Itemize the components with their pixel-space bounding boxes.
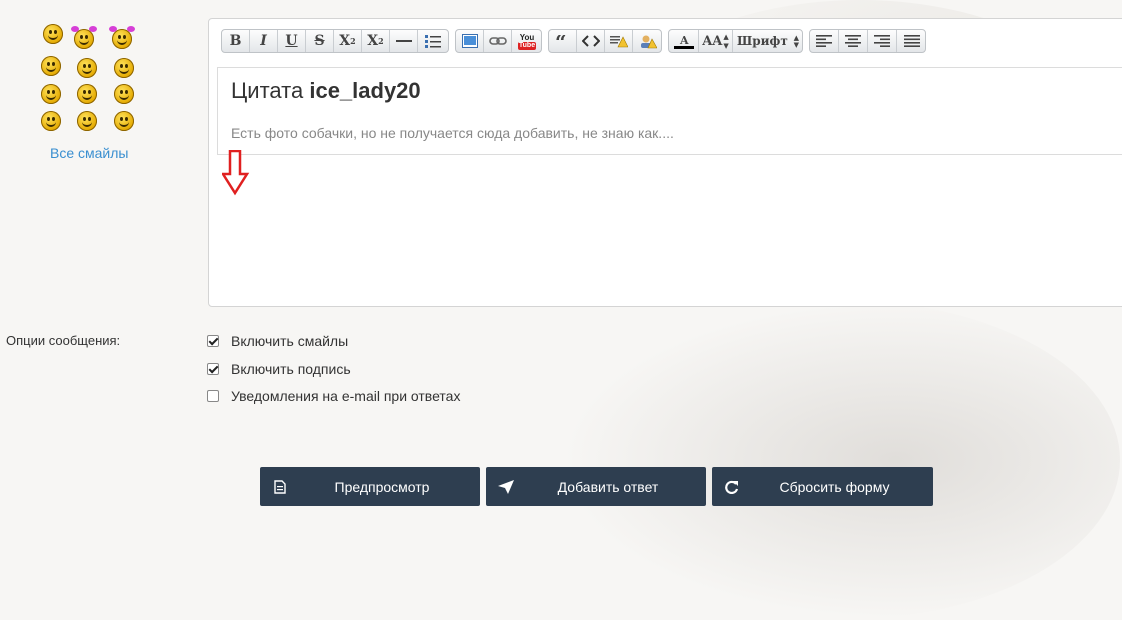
align-group [809,29,926,53]
align-justify-icon [903,35,920,47]
code-icon [581,35,600,47]
smiley-icon[interactable] [41,56,61,76]
quote-title: Цитата ice_lady20 [231,78,421,104]
list-button[interactable] [418,30,448,52]
enable-signature-label: Включить подпись [231,361,351,377]
youtube-button[interactable]: You Tube [512,30,542,52]
smiley-icon[interactable] [77,58,97,78]
smiley-icon[interactable] [114,111,134,131]
media-group: You Tube [455,29,542,53]
preview-button-label: Предпросмотр [334,478,430,495]
text-color-button[interactable]: A [669,30,699,52]
italic-button[interactable]: I [250,30,278,52]
subscript-label: X [367,33,379,49]
code-button[interactable] [577,30,605,52]
smiley-icon[interactable] [71,26,97,49]
reset-form-button-label: Сбросить форму [779,478,890,495]
quote-icon: “ [555,35,567,47]
quote-text: Есть фото собачки, но не получается сюда… [231,125,674,141]
strike-label: S [314,33,325,49]
align-center-icon [845,35,861,47]
horizontal-rule-button[interactable] [390,30,418,52]
email-notify-label: Уведомления на e-mail при ответах [231,388,461,404]
background-dog-image [560,300,1120,620]
font-group: A AA ▲ ▼ Шрифт ▲ ▼ [668,29,803,53]
strikethrough-button[interactable]: S [306,30,334,52]
quote-author: ice_lady20 [309,78,421,103]
superscript-label: X [339,33,351,49]
align-left-icon [816,35,832,47]
email-notify-checkbox[interactable] [207,390,219,402]
font-family-select[interactable]: Шрифт ▲ ▼ [733,30,803,52]
smiley-icon[interactable] [114,84,134,104]
message-editor[interactable]: B I U S X2 X2 You Tube “ A AA ▲ ▼ Шрифт … [208,18,1122,307]
submit-reply-button-label: Добавить ответ [557,478,659,495]
italic-label: I [260,33,267,49]
smiley-icon[interactable] [77,84,97,104]
superscript-button[interactable]: X2 [334,30,362,52]
align-center-button[interactable] [839,30,868,52]
font-size-label: AA [702,33,723,49]
youtube-icon-top: You [519,32,535,42]
quote-prefix: Цитата [231,78,304,103]
bold-label: B [229,33,242,49]
smiley-icon[interactable] [43,24,63,44]
quote-button[interactable]: “ [549,30,577,52]
bold-button[interactable]: B [222,30,250,52]
option-email-notify[interactable]: Уведомления на e-mail при ответах [207,388,460,404]
quote-block: Цитата ice_lady20 Есть фото собачки, но … [217,67,1122,155]
preview-button[interactable]: Предпросмотр [260,467,480,506]
enable-smileys-label: Включить смайлы [231,333,349,349]
enable-smileys-checkbox[interactable] [207,335,219,347]
smiley-icon[interactable] [41,111,61,131]
submit-reply-button[interactable]: Добавить ответ [486,467,706,506]
message-options-label: Опции сообщения: [6,333,121,348]
spoiler-button[interactable] [605,30,633,52]
insert-group: “ [548,29,662,53]
reset-form-button[interactable]: Сбросить форму [712,467,933,506]
image-icon [461,34,478,48]
smiley-icon[interactable] [41,84,61,104]
font-family-label: Шрифт [737,34,788,48]
svg-text:“: “ [555,35,567,47]
font-size-arrows-icon: ▲ ▼ [723,32,729,50]
down-arrow-icon [222,150,250,196]
svg-text:A: A [679,34,689,47]
hide-button[interactable] [633,30,663,52]
align-right-icon [874,35,890,47]
justify-button[interactable] [897,30,926,52]
smiley-icon[interactable] [109,26,135,49]
font-family-arrows-icon: ▲ ▼ [793,33,799,49]
all-smileys-link[interactable]: Все смайлы [50,145,128,161]
horizontal-line-icon [395,40,412,42]
align-right-button[interactable] [868,30,897,52]
refresh-icon [712,480,752,494]
link-button[interactable] [484,30,512,52]
spoiler-warning-icon [609,36,628,48]
user-hide-icon [641,35,657,48]
link-icon [488,37,507,45]
option-enable-signature[interactable]: Включить подпись [207,361,351,377]
paper-plane-icon [486,479,526,494]
align-left-button[interactable] [810,30,839,52]
text-color-icon: A [673,34,694,49]
smiley-icon[interactable] [77,111,97,131]
subscript-button[interactable]: X2 [362,30,390,52]
list-icon [425,35,441,48]
format-group: B I U S X2 X2 [221,29,449,53]
font-size-select[interactable]: AA ▲ ▼ [699,30,733,52]
enable-signature-checkbox[interactable] [207,363,219,375]
youtube-icon-bottom: Tube [517,41,537,50]
underline-label: U [285,33,298,49]
underline-button[interactable]: U [278,30,306,52]
smiley-icon[interactable] [114,58,134,78]
document-icon [260,479,300,494]
option-enable-smileys[interactable]: Включить смайлы [207,333,348,349]
image-button[interactable] [456,30,484,52]
